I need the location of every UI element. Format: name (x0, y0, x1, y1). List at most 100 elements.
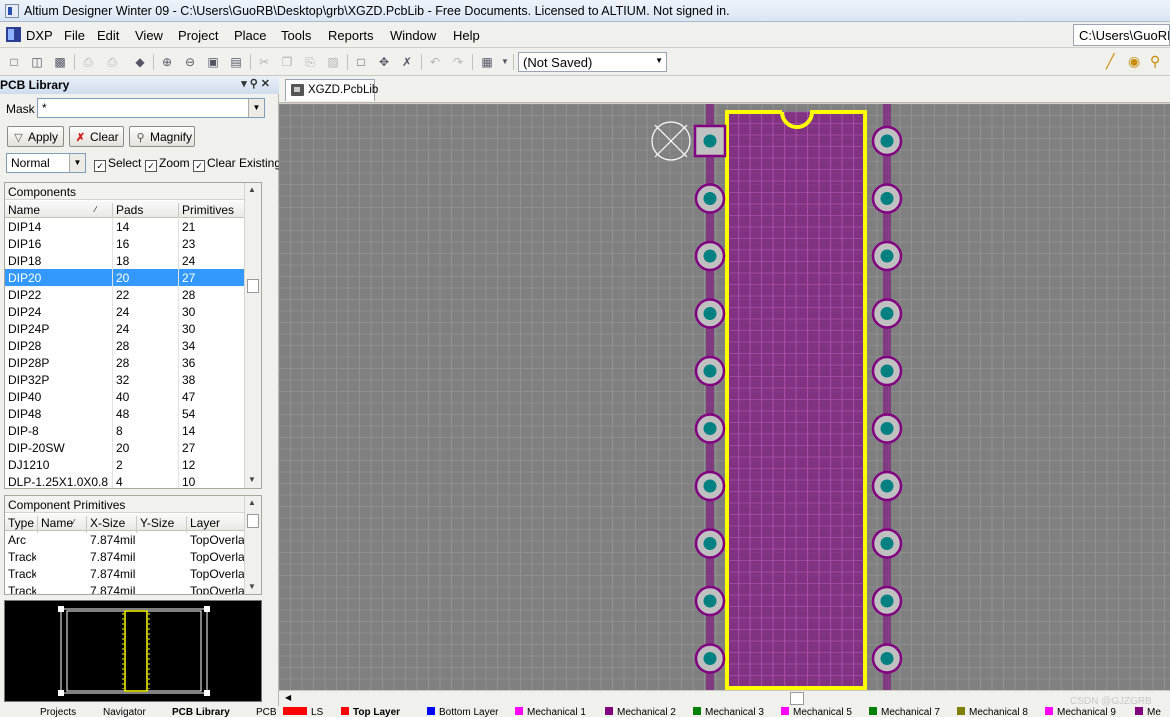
component-row[interactable]: DIP-8 8 14 (5, 422, 245, 439)
open-folder-icon[interactable]: ◫ (29, 54, 45, 70)
scroll-thumb[interactable] (790, 692, 804, 705)
column-header-name[interactable]: Name (8, 203, 40, 217)
mask-input[interactable]: * ▼ (37, 98, 265, 118)
scroll-down-icon[interactable]: ▼ (248, 475, 256, 484)
menu-tools[interactable]: Tools (281, 28, 311, 43)
menu-project[interactable]: Project (178, 28, 218, 43)
menu-dxp[interactable]: DXP (26, 28, 53, 43)
component-row[interactable]: DIP18 18 24 (5, 252, 245, 269)
filter-mode-select[interactable]: Normal ▼ (6, 153, 86, 173)
menu-view[interactable]: View (135, 28, 163, 43)
layer-tab[interactable]: Mechanical 7 (869, 707, 940, 717)
scroll-thumb[interactable] (247, 279, 259, 293)
column-header-primitives[interactable]: Primitives (182, 203, 234, 217)
panel-menu-icon[interactable]: ▾ (241, 78, 250, 90)
component-row[interactable]: DIP48 48 54 (5, 405, 245, 422)
scroll-up-icon[interactable]: ▲ (248, 185, 256, 194)
component-row[interactable]: DIP14 14 21 (5, 218, 245, 235)
via-icon[interactable]: ⚲ (1150, 53, 1160, 70)
tab-pcb[interactable]: PCB (256, 707, 277, 717)
scroll-up-icon[interactable]: ▲ (248, 498, 256, 507)
layer-tab[interactable]: Mechanical 2 (605, 707, 676, 717)
tab-pcb-library[interactable]: PCB Library (172, 707, 230, 717)
scroll-down-icon[interactable]: ▼ (248, 582, 256, 591)
tab-xgzd-pcblib[interactable]: XGZD.PcbLib (285, 79, 378, 101)
apply-button[interactable]: ▽ Apply (7, 126, 64, 147)
menu-place[interactable]: Place (234, 28, 267, 43)
pcb-editor-canvas[interactable] (279, 104, 1170, 690)
cut-icon[interactable]: ✂ (256, 54, 272, 70)
paste-icon[interactable]: ⎘ (302, 54, 318, 70)
dxp-icon[interactable] (6, 27, 21, 42)
save-state-combo[interactable]: (Not Saved) ▼ (518, 52, 667, 72)
component-row[interactable]: DIP24 24 30 (5, 303, 245, 320)
layer-stack-icon[interactable]: ◆ (132, 54, 148, 70)
zoom-fit-icon[interactable]: ▣ (205, 54, 221, 70)
component-row[interactable]: DIP-20SW 20 27 (5, 439, 245, 456)
rubber-stamp-icon[interactable]: ▨ (325, 54, 341, 70)
layer-tab[interactable]: Mechanical 8 (957, 707, 1028, 717)
menu-window[interactable]: Window (390, 28, 436, 43)
layer-tab[interactable]: Mechanical 9 (1045, 707, 1116, 717)
zoom-checkbox[interactable]: ✓ Zoom (145, 156, 190, 172)
deselect-icon[interactable]: ✗ (399, 54, 415, 70)
redo-icon[interactable]: ↷ (450, 54, 466, 70)
tab-navigator[interactable]: Navigator (103, 707, 146, 717)
chevron-down-icon[interactable]: ▼ (69, 154, 85, 172)
layer-tab[interactable]: Mechanical 1 (515, 707, 586, 717)
column-header-pads[interactable]: Pads (116, 203, 143, 217)
component-row[interactable]: DIP32P 32 38 (5, 371, 245, 388)
column-header-prim-name[interactable]: Name (41, 516, 73, 530)
move-icon[interactable]: ✥ (376, 54, 392, 70)
footprint-preview[interactable] (4, 600, 262, 702)
document-path-box[interactable]: C:\Users\GuoRB (1073, 24, 1170, 46)
column-header-type[interactable]: Type (8, 516, 34, 530)
select-area-icon[interactable]: □ (353, 54, 369, 70)
component-row[interactable]: DIP24P 24 30 (5, 320, 245, 337)
grid-dropdown-icon[interactable]: ▼ (497, 54, 513, 70)
scroll-thumb[interactable] (247, 514, 259, 528)
component-row[interactable]: DLP-1.25X1.0X0.8 4 10 (5, 473, 245, 488)
menu-help[interactable]: Help (453, 28, 480, 43)
component-row[interactable]: DIP20 20 27 (5, 269, 245, 286)
component-row[interactable]: DIP16 16 23 (5, 235, 245, 252)
zoom-selection-icon[interactable]: ▤ (228, 54, 244, 70)
primitives-scrollbar[interactable]: ▲ ▼ (244, 496, 261, 594)
components-scrollbar[interactable]: ▲ ▼ (244, 183, 261, 488)
layer-tab[interactable]: LS (283, 707, 323, 717)
print-preview-icon[interactable]: ⎙ (104, 54, 120, 70)
layer-tab[interactable]: Mechanical 3 (693, 707, 764, 717)
select-checkbox[interactable]: ✓ Select (94, 156, 141, 172)
component-row[interactable]: DIP22 22 28 (5, 286, 245, 303)
layer-tab[interactable]: Top Layer (341, 707, 400, 717)
component-row[interactable]: DIP28 28 34 (5, 337, 245, 354)
undo-icon[interactable]: ↶ (427, 54, 443, 70)
pin-icon[interactable]: ⚲ (250, 78, 261, 90)
draw-line-icon[interactable]: ╱ (1106, 53, 1114, 70)
layer-tab[interactable]: Me (1135, 707, 1161, 717)
component-row[interactable]: DIP40 40 47 (5, 388, 245, 405)
new-icon[interactable]: □ (6, 54, 22, 70)
print-icon[interactable]: ⎙ (80, 54, 96, 70)
pad-icon[interactable]: ◉ (1128, 53, 1140, 70)
primitive-row[interactable]: Track 7.874mil TopOverlay (5, 548, 246, 565)
copy-icon[interactable]: ❐ (279, 54, 295, 70)
component-row[interactable]: DIP28P 28 36 (5, 354, 245, 371)
grid-icon[interactable]: ▦ (479, 54, 495, 70)
magnify-button[interactable]: ⚲ Magnify (129, 126, 195, 147)
primitive-row[interactable]: Track 7.874mil TopOverlay (5, 582, 246, 594)
pcb-footprint-drawing[interactable] (279, 104, 1170, 690)
save-icon[interactable]: ▩ (52, 54, 68, 70)
component-row[interactable]: DJ1210 2 12 (5, 456, 245, 473)
menu-file[interactable]: File (64, 28, 85, 43)
chevron-down-icon[interactable]: ▼ (248, 99, 264, 117)
canvas-horizontal-scrollbar[interactable]: ◀ (279, 690, 1170, 706)
scroll-left-icon[interactable]: ◀ (285, 693, 291, 702)
clear-button[interactable]: ✗ Clear (69, 126, 124, 147)
zoom-in-icon[interactable]: ⊕ (159, 54, 175, 70)
clear-existing-checkbox[interactable]: ✓ Clear Existing (193, 156, 281, 172)
tab-projects[interactable]: Projects (40, 707, 76, 717)
zoom-out-icon[interactable]: ⊖ (182, 54, 198, 70)
layer-tab[interactable]: Mechanical 5 (781, 707, 852, 717)
menu-edit[interactable]: Edit (97, 28, 119, 43)
